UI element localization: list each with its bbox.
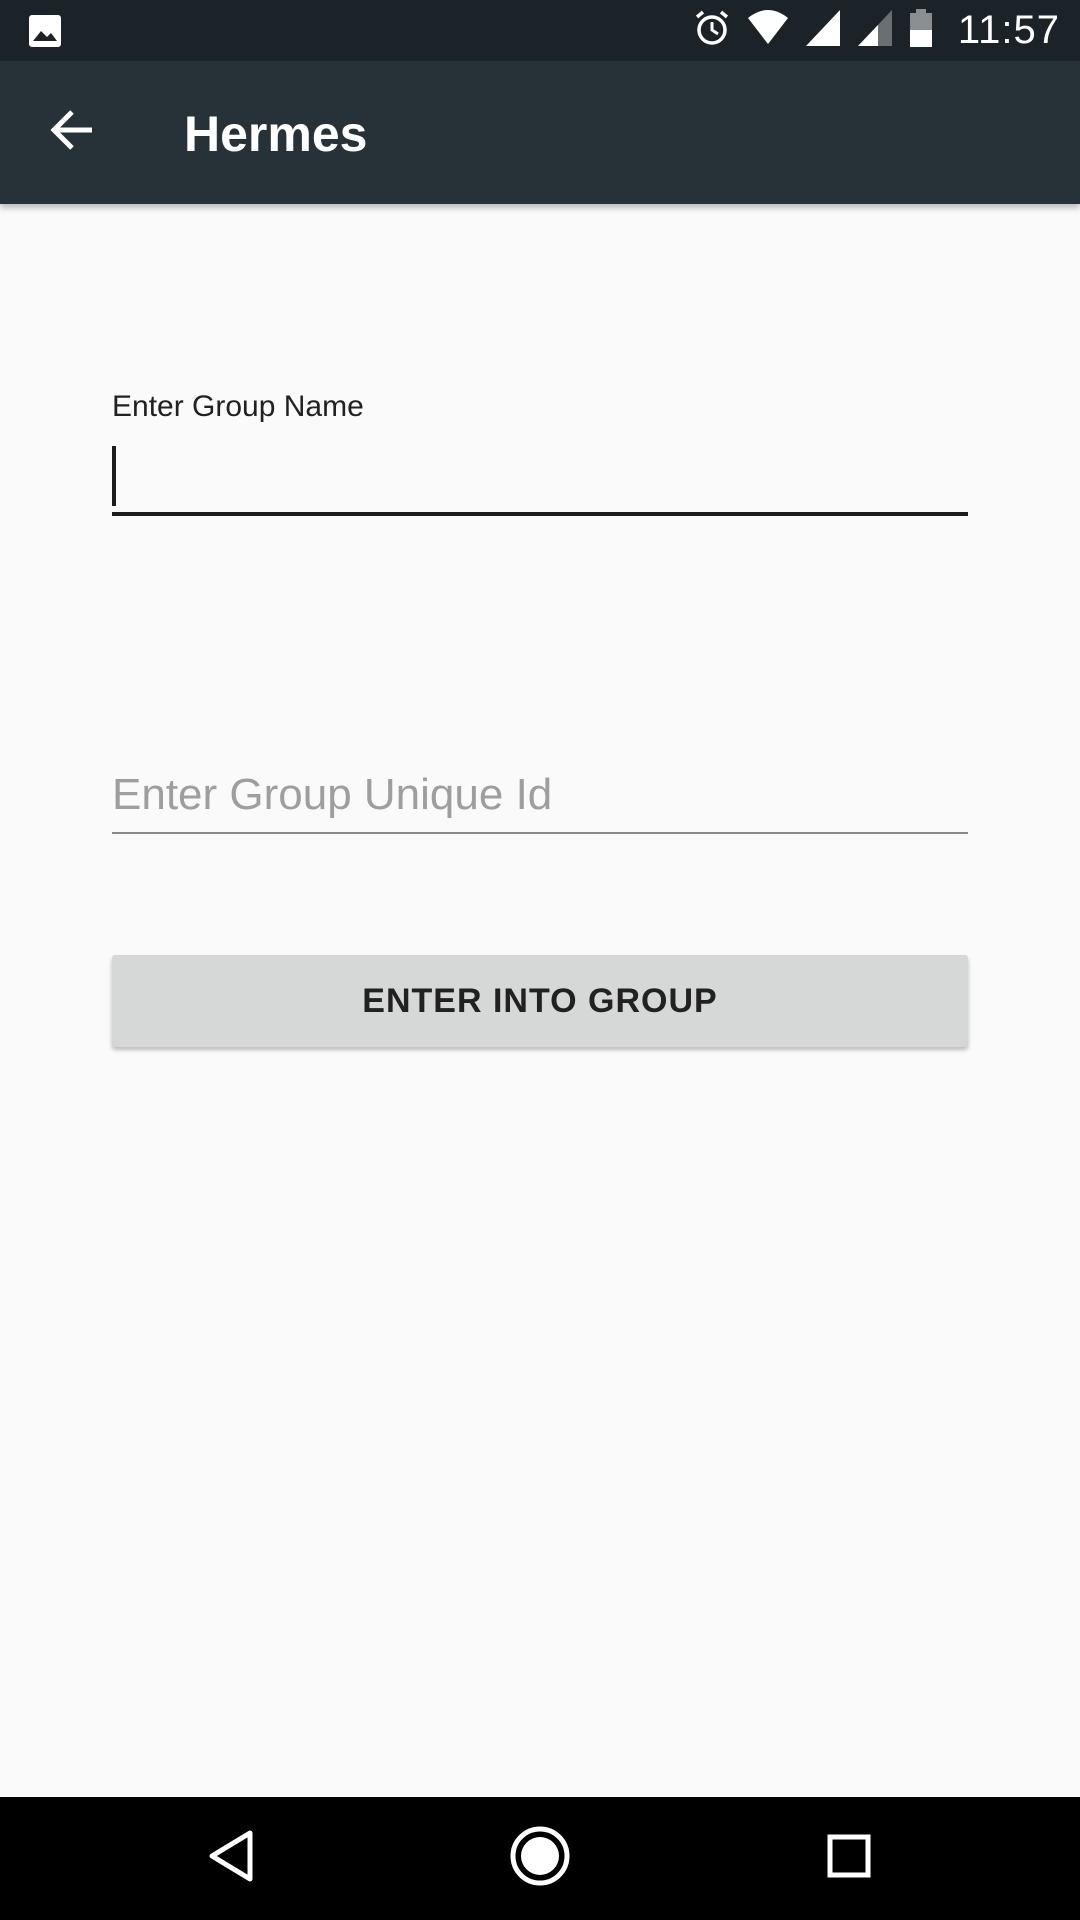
nav-back-icon [206, 1829, 256, 1888]
nav-back-button[interactable] [191, 1823, 271, 1893]
cell-signal-secondary-icon [856, 8, 894, 53]
status-icons: 11:57 [692, 0, 1060, 61]
wifi-icon [746, 8, 790, 53]
status-clock: 11:57 [957, 8, 1060, 52]
group-name-label: Enter Group Name [112, 390, 364, 423]
status-bar: 11:57 [0, 0, 1080, 61]
nav-recents-button[interactable] [809, 1823, 889, 1893]
group-id-input[interactable]: Enter Group Unique Id [112, 760, 968, 834]
nav-home-icon [509, 1825, 571, 1892]
battery-icon [908, 8, 934, 53]
app-bar: Hermes [0, 61, 1080, 204]
nav-recents-icon [826, 1833, 872, 1884]
group-name-input[interactable] [112, 440, 968, 516]
back-button[interactable] [30, 99, 114, 165]
screen: 11:57 Hermes Enter Group Name Enter Grou… [0, 0, 1080, 1920]
arrow-back-icon [50, 108, 94, 157]
group-id-placeholder: Enter Group Unique Id [112, 770, 553, 819]
image-notification-icon [28, 14, 62, 48]
cell-signal-icon [804, 8, 842, 53]
navigation-bar [0, 1797, 1080, 1920]
app-title: Hermes [184, 106, 368, 162]
text-cursor [112, 446, 116, 506]
alarm-icon [692, 8, 732, 53]
enter-into-group-button[interactable]: ENTER INTO GROUP [112, 955, 968, 1047]
nav-home-button[interactable] [500, 1823, 580, 1893]
